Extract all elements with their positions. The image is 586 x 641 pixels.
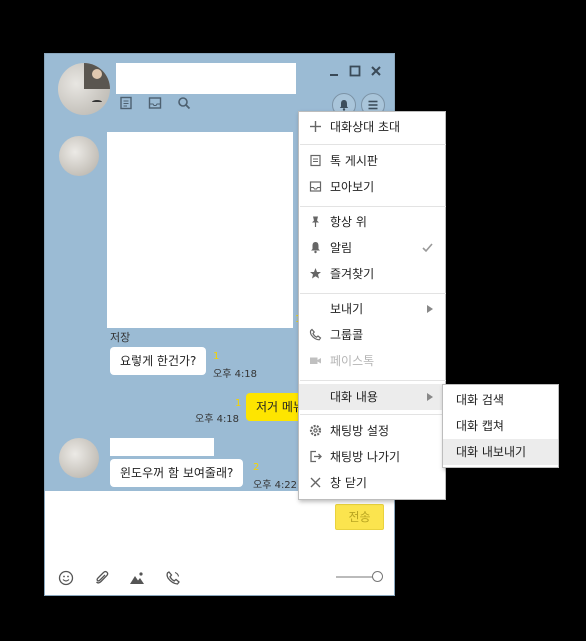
sender-avatar[interactable] xyxy=(59,438,99,478)
menu-item-board[interactable]: 톡 게시판 xyxy=(299,148,445,174)
menu-item-facetalk: 페이스톡 xyxy=(299,348,445,374)
unread-count: 1 xyxy=(235,398,242,409)
menu-item-label: 보내기 xyxy=(330,302,364,316)
menu-item-label: 창 닫기 xyxy=(330,476,367,490)
menu-item-label: 항상 위 xyxy=(330,215,367,229)
board-icon xyxy=(310,154,321,167)
image-caption: 저장 xyxy=(110,331,131,344)
message-time: 오후 4:22 xyxy=(253,480,298,491)
image-message[interactable] xyxy=(107,132,293,328)
menu-item-label: 모아보기 xyxy=(330,180,375,194)
menu-item-chatroom-settings[interactable]: 채팅방 설정 xyxy=(299,418,445,444)
menu-item-label: 대화 내용 xyxy=(330,390,378,404)
menu-item-chat-content[interactable]: 대화 내용 xyxy=(299,384,445,410)
emoticon-icon[interactable] xyxy=(58,570,74,586)
menu-item-notification[interactable]: 알림 xyxy=(299,235,445,261)
close-window-icon[interactable] xyxy=(369,64,383,78)
menu-item-invite[interactable]: 대화상대 초대 xyxy=(299,114,445,140)
menu-item-label: 톡 게시판 xyxy=(330,154,378,168)
message-input-area[interactable]: 전송 xyxy=(45,491,394,595)
submenu-arrow-icon xyxy=(427,305,433,313)
menu-item-close-window[interactable]: 창 닫기 xyxy=(299,470,445,496)
unread-count: 1 xyxy=(213,351,220,362)
menu-divider xyxy=(300,144,446,145)
inbox-icon xyxy=(309,181,322,192)
hamburger-icon xyxy=(368,100,378,110)
menu-divider xyxy=(300,206,446,207)
search-icon[interactable] xyxy=(177,96,191,110)
menu-item-always-on-top[interactable]: 항상 위 xyxy=(299,209,445,235)
video-icon xyxy=(310,357,321,364)
phone-icon xyxy=(309,328,322,341)
check-icon xyxy=(422,243,433,253)
chatroom-title xyxy=(116,63,296,94)
send-button[interactable]: 전송 xyxy=(335,504,384,530)
submenu-item-export[interactable]: 대화 내보내기 xyxy=(443,439,558,465)
inbox-icon[interactable] xyxy=(148,96,162,110)
maximize-icon[interactable] xyxy=(348,64,362,78)
message-bubble[interactable]: 윈도우꺼 함 보여줄래? xyxy=(110,459,244,487)
menu-item-send[interactable]: 보내기 xyxy=(299,296,445,322)
close-icon xyxy=(310,477,321,488)
chatroom-menu: 대화상대 초대 톡 게시판 모아보기 항상 위 알림 즐겨찾기 보내기 그룹콜 … xyxy=(298,111,446,500)
plus-icon xyxy=(310,121,321,132)
message-bubble[interactable]: 요렇게 한건가? xyxy=(110,347,207,375)
message-time: 오후 4:18 xyxy=(213,369,258,380)
bell-icon xyxy=(339,100,349,111)
menu-divider xyxy=(300,293,446,294)
chat-content-submenu: 대화 검색 대화 캡쳐 대화 내보내기 xyxy=(442,384,559,468)
message-time: 오후 4:18 xyxy=(195,414,240,425)
bell-icon xyxy=(311,242,320,254)
call-icon[interactable] xyxy=(165,570,181,586)
opacity-slider-thumb[interactable] xyxy=(372,571,383,582)
pin-icon xyxy=(312,216,319,227)
avatar-face xyxy=(92,100,102,104)
board-icon[interactable] xyxy=(119,96,133,110)
menu-item-label: 그룹콜 xyxy=(330,328,364,342)
menu-item-collection[interactable]: 모아보기 xyxy=(299,174,445,200)
submenu-arrow-icon xyxy=(427,393,433,401)
attachment-icon[interactable] xyxy=(94,570,110,586)
image-icon[interactable] xyxy=(129,570,145,586)
gear-icon xyxy=(309,424,322,437)
menu-item-label: 알림 xyxy=(330,241,353,255)
menu-item-label: 대화상대 초대 xyxy=(330,120,401,134)
chatroom-avatar[interactable] xyxy=(58,63,110,115)
menu-item-leave-chatroom[interactable]: 채팅방 나가기 xyxy=(299,444,445,470)
submenu-item-search[interactable]: 대화 검색 xyxy=(443,387,558,413)
menu-item-label: 채팅방 나가기 xyxy=(330,450,401,464)
menu-item-label: 채팅방 설정 xyxy=(330,424,390,438)
menu-item-group-call[interactable]: 그룹콜 xyxy=(299,322,445,348)
exit-icon xyxy=(310,450,322,463)
menu-item-favorite[interactable]: 즐겨찾기 xyxy=(299,261,445,287)
menu-divider xyxy=(300,380,446,381)
menu-item-label: 페이스톡 xyxy=(330,354,375,368)
profile-photo xyxy=(84,63,110,89)
unread-count: 2 xyxy=(253,462,260,473)
sender-name xyxy=(110,438,214,456)
submenu-item-capture[interactable]: 대화 캡쳐 xyxy=(443,413,558,439)
star-icon xyxy=(310,268,321,279)
minimize-icon[interactable] xyxy=(327,64,341,78)
menu-item-label: 즐겨찾기 xyxy=(330,267,375,281)
opacity-slider-track[interactable] xyxy=(336,576,376,578)
menu-divider xyxy=(300,414,446,415)
sender-avatar[interactable] xyxy=(59,136,99,176)
